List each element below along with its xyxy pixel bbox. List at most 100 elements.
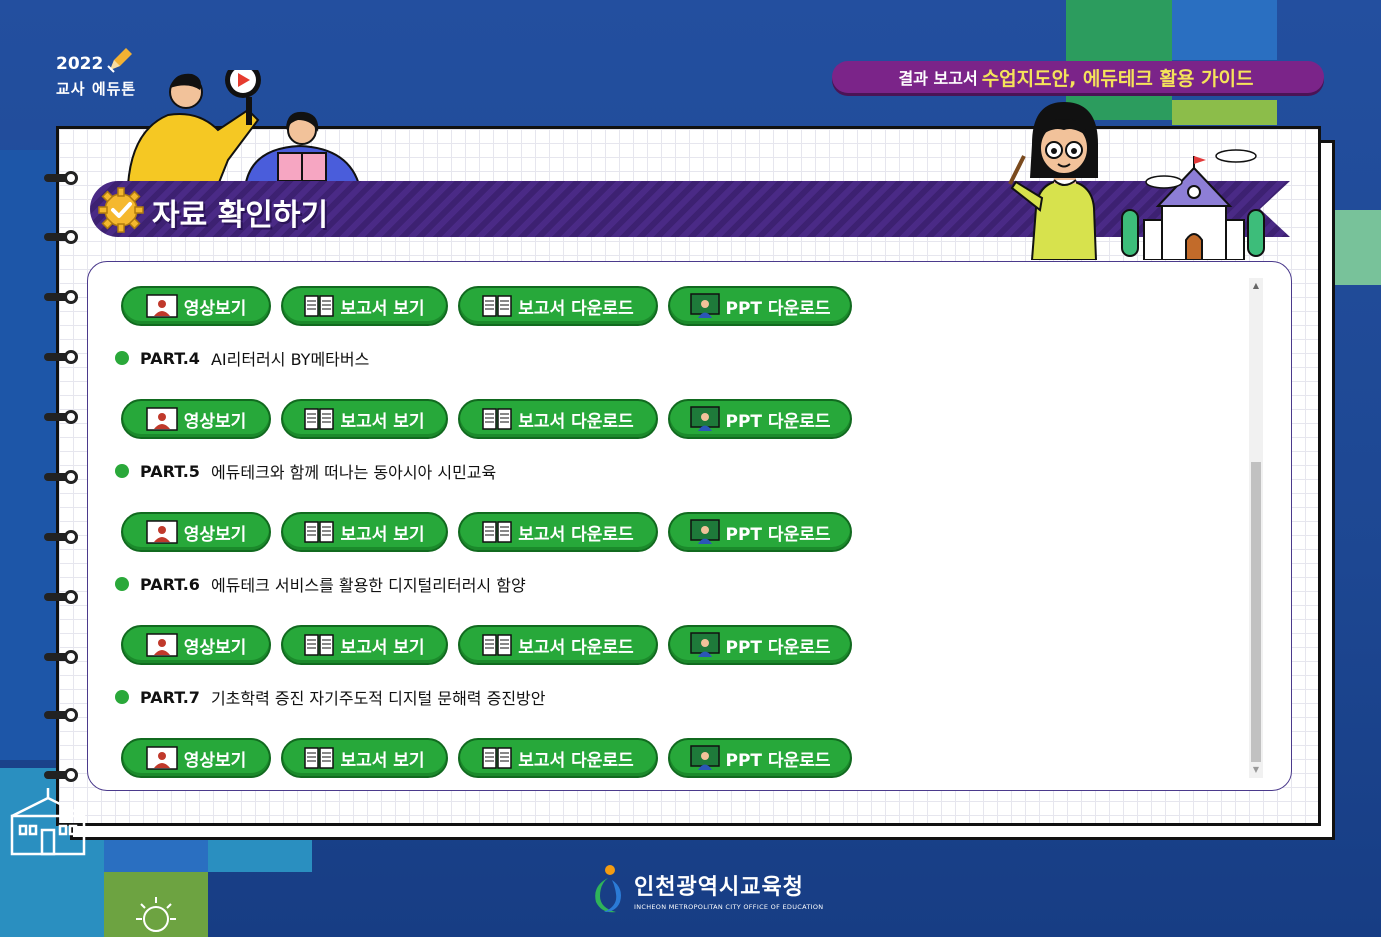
background-tile bbox=[208, 840, 312, 872]
ppt-download-label: PPT 다운로드 bbox=[725, 298, 831, 319]
report-download-label: 보고서 다운로드 bbox=[518, 411, 634, 432]
report-view-button[interactable]: 보고서 보기 bbox=[281, 286, 448, 326]
school-building-illustration bbox=[1121, 149, 1265, 260]
video-button-label: 영상보기 bbox=[183, 750, 247, 771]
button-row: 영상보기 보고서 보기 보고서 다운로드 PPT 다운로드 bbox=[121, 738, 852, 778]
ppt-download-button[interactable]: PPT 다운로드 bbox=[668, 399, 852, 439]
teacher-with-pointer-illustration bbox=[1008, 102, 1098, 260]
video-lecture-icon bbox=[145, 633, 178, 657]
video-button-label: 영상보기 bbox=[183, 411, 247, 432]
book-icon bbox=[304, 521, 335, 543]
binder-ring bbox=[44, 530, 80, 544]
report-view-label: 보고서 보기 bbox=[340, 750, 425, 771]
footer-org-name: 인천광역시교육청 bbox=[634, 875, 804, 900]
scroll-down-arrow-icon[interactable]: ▼ bbox=[1249, 762, 1263, 778]
video-lecture-icon bbox=[145, 520, 178, 544]
check-gear-icon bbox=[98, 187, 144, 233]
binder-ring bbox=[44, 410, 80, 424]
bullet-dot bbox=[115, 577, 129, 591]
woman-reading-illustration bbox=[243, 111, 362, 188]
report-view-button[interactable]: 보고서 보기 bbox=[281, 625, 448, 665]
ppt-download-button[interactable]: PPT 다운로드 bbox=[668, 738, 852, 778]
book-icon bbox=[304, 295, 335, 317]
part-heading: PART.5 에듀테크와 함께 떠나는 동아시아 시민교육 bbox=[115, 459, 496, 483]
guide-title-pill: 결과 보고서 수업지도안, 에듀테크 활용 가이드 bbox=[832, 61, 1324, 93]
part-number: PART.5 bbox=[140, 461, 200, 481]
part-title: 에듀테크 서비스를 활용한 디지털리터러시 함양 bbox=[210, 576, 526, 595]
report-view-button[interactable]: 보고서 보기 bbox=[281, 512, 448, 552]
background-tile bbox=[1172, 0, 1277, 60]
part-number: PART.6 bbox=[140, 574, 200, 594]
book-icon bbox=[482, 634, 513, 656]
video-button[interactable]: 영상보기 bbox=[121, 286, 271, 326]
video-lecture-icon bbox=[145, 407, 178, 431]
button-row: 영상보기 보고서 보기 보고서 다운로드 PPT 다운로드 bbox=[121, 286, 852, 326]
vertical-scrollbar[interactable]: ▲ ▼ bbox=[1249, 278, 1263, 778]
scroll-up-arrow-icon[interactable]: ▲ bbox=[1249, 278, 1263, 294]
video-button[interactable]: 영상보기 bbox=[121, 738, 271, 778]
video-button-label: 영상보기 bbox=[183, 524, 247, 545]
part-number: PART.7 bbox=[140, 687, 200, 707]
report-download-button[interactable]: 보고서 다운로드 bbox=[458, 286, 658, 326]
part-title: 기초학력 증진 자기주도적 디지털 문해력 증진방안 bbox=[210, 689, 546, 708]
materials-panel: 영상보기 보고서 보기 보고서 다운로드 PPT 다운로드 PART.4 AI리… bbox=[87, 261, 1292, 791]
background-tile bbox=[1172, 100, 1277, 125]
ppt-download-button[interactable]: PPT 다운로드 bbox=[668, 625, 852, 665]
report-download-button[interactable]: 보고서 다운로드 bbox=[458, 625, 658, 665]
presenter-board-icon bbox=[689, 293, 720, 318]
scrollbar-thumb[interactable] bbox=[1251, 462, 1261, 762]
presenter-board-icon bbox=[689, 745, 720, 770]
report-download-label: 보고서 다운로드 bbox=[518, 637, 634, 658]
binder-ring bbox=[44, 350, 80, 364]
button-row: 영상보기 보고서 보기 보고서 다운로드 PPT 다운로드 bbox=[121, 399, 852, 439]
report-view-label: 보고서 보기 bbox=[340, 524, 425, 545]
video-button[interactable]: 영상보기 bbox=[121, 512, 271, 552]
part-heading: PART.7 기초학력 증진 자기주도적 디지털 문해력 증진방안 bbox=[115, 685, 546, 709]
ppt-download-label: PPT 다운로드 bbox=[725, 637, 831, 658]
footer-org-logo: 인천광역시교육청 INCHEON METROPOLITAN CITY OFFIC… bbox=[590, 864, 823, 916]
report-view-label: 보고서 보기 bbox=[340, 411, 425, 432]
part-heading: PART.6 에듀테크 서비스를 활용한 디지털리터러시 함양 bbox=[115, 572, 526, 596]
binder-ring bbox=[44, 768, 80, 782]
report-download-button[interactable]: 보고서 다운로드 bbox=[458, 738, 658, 778]
binder-ring bbox=[44, 590, 80, 604]
report-download-label: 보고서 다운로드 bbox=[518, 524, 634, 545]
video-lecture-icon bbox=[145, 294, 178, 318]
button-row: 영상보기 보고서 보기 보고서 다운로드 PPT 다운로드 bbox=[121, 512, 852, 552]
part-heading: PART.4 AI리터러시 BY메타버스 bbox=[115, 346, 369, 370]
presenter-board-icon bbox=[689, 406, 720, 431]
ppt-download-button[interactable]: PPT 다운로드 bbox=[668, 512, 852, 552]
book-icon bbox=[304, 634, 335, 656]
binder-ring bbox=[44, 650, 80, 664]
video-button[interactable]: 영상보기 bbox=[121, 625, 271, 665]
report-download-button[interactable]: 보고서 다운로드 bbox=[458, 512, 658, 552]
video-button[interactable]: 영상보기 bbox=[121, 399, 271, 439]
part-number: PART.4 bbox=[140, 348, 200, 368]
incheon-office-logo-icon bbox=[595, 865, 621, 913]
video-lecture-icon bbox=[145, 746, 178, 770]
video-button-label: 영상보기 bbox=[183, 298, 247, 319]
bullet-dot bbox=[115, 351, 129, 365]
background-tile bbox=[1335, 210, 1381, 285]
guide-highlight: 수업지도안, 에듀테크 활용 가이드 bbox=[981, 67, 1254, 90]
ppt-download-label: PPT 다운로드 bbox=[725, 411, 831, 432]
report-download-label: 보고서 다운로드 bbox=[518, 750, 634, 771]
binder-ring bbox=[44, 171, 80, 185]
report-download-button[interactable]: 보고서 다운로드 bbox=[458, 399, 658, 439]
book-icon bbox=[482, 521, 513, 543]
report-view-button[interactable]: 보고서 보기 bbox=[281, 738, 448, 778]
binder-ring bbox=[44, 290, 80, 304]
report-view-button[interactable]: 보고서 보기 bbox=[281, 399, 448, 439]
button-row: 영상보기 보고서 보기 보고서 다운로드 PPT 다운로드 bbox=[121, 625, 852, 665]
ppt-download-button[interactable]: PPT 다운로드 bbox=[668, 286, 852, 326]
bullet-dot bbox=[115, 690, 129, 704]
ppt-download-label: PPT 다운로드 bbox=[725, 524, 831, 545]
footer-org-english: INCHEON METROPOLITAN CITY OFFICE OF EDUC… bbox=[634, 903, 824, 911]
video-button-label: 영상보기 bbox=[183, 637, 247, 658]
guide-prefix: 결과 보고서 bbox=[898, 69, 978, 88]
binder-ring bbox=[44, 470, 80, 484]
lightbulb-icon bbox=[136, 897, 176, 932]
part-title: 에듀테크와 함께 떠나는 동아시아 시민교육 bbox=[210, 463, 497, 482]
book-icon bbox=[304, 408, 335, 430]
presenter-board-icon bbox=[689, 519, 720, 544]
